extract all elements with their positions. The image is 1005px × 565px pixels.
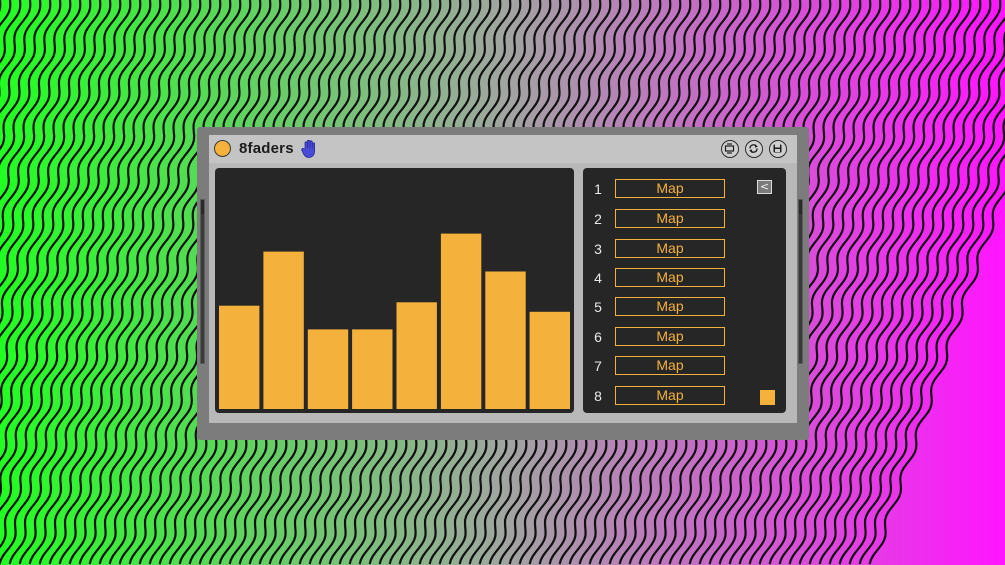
device-titlebar: 8faders <box>209 135 797 163</box>
save-icon <box>773 144 782 153</box>
map-button-6[interactable]: Map <box>615 327 725 346</box>
save-button[interactable] <box>769 140 787 158</box>
left-resize-handle[interactable] <box>200 199 205 364</box>
expand-icon <box>724 143 735 154</box>
device-body: 8faders < 1 Map 2 Map 3 Map 4 Map 5 Map … <box>209 135 797 423</box>
map-button-4[interactable]: Map <box>615 268 725 287</box>
device-title: 8faders <box>239 140 294 157</box>
fader-1[interactable] <box>219 305 260 409</box>
row-number: 5 <box>594 299 602 315</box>
map-button-7[interactable]: Map <box>615 356 725 375</box>
fader-6[interactable] <box>440 233 482 409</box>
activity-indicator <box>760 390 775 405</box>
collapse-button[interactable]: < <box>757 180 772 194</box>
refresh-icon <box>749 144 758 153</box>
fader-3[interactable] <box>307 329 349 409</box>
row-number: 2 <box>594 211 602 227</box>
map-button-5[interactable]: Map <box>615 297 725 316</box>
fader-8[interactable] <box>529 311 570 409</box>
fader-bars <box>219 233 570 410</box>
right-resize-handle[interactable] <box>798 199 803 364</box>
map-button-3[interactable]: Map <box>615 239 725 258</box>
expand-button[interactable] <box>721 140 739 158</box>
row-number: 4 <box>594 270 602 286</box>
fader-7[interactable] <box>485 271 526 410</box>
hand-icon <box>301 139 315 158</box>
refresh-button[interactable] <box>745 140 763 158</box>
fader-5[interactable] <box>396 302 437 409</box>
map-button-2[interactable]: Map <box>615 209 725 228</box>
mapping-panel: < 1 Map 2 Map 3 Map 4 Map 5 Map 6 Map 7 … <box>583 168 786 413</box>
row-number: 1 <box>594 181 602 197</box>
fader-2[interactable] <box>263 251 304 409</box>
row-number: 3 <box>594 241 602 257</box>
fader-4[interactable] <box>352 329 393 409</box>
fader-panel <box>215 168 574 413</box>
row-number: 6 <box>594 329 602 345</box>
map-button-8[interactable]: Map <box>615 386 725 405</box>
row-number: 7 <box>594 358 602 374</box>
power-toggle[interactable] <box>214 140 231 157</box>
map-button-1[interactable]: Map <box>615 179 725 198</box>
row-number: 8 <box>594 388 602 404</box>
device-frame: 8faders < 1 Map 2 Map 3 Map 4 Map 5 Map … <box>197 127 809 440</box>
